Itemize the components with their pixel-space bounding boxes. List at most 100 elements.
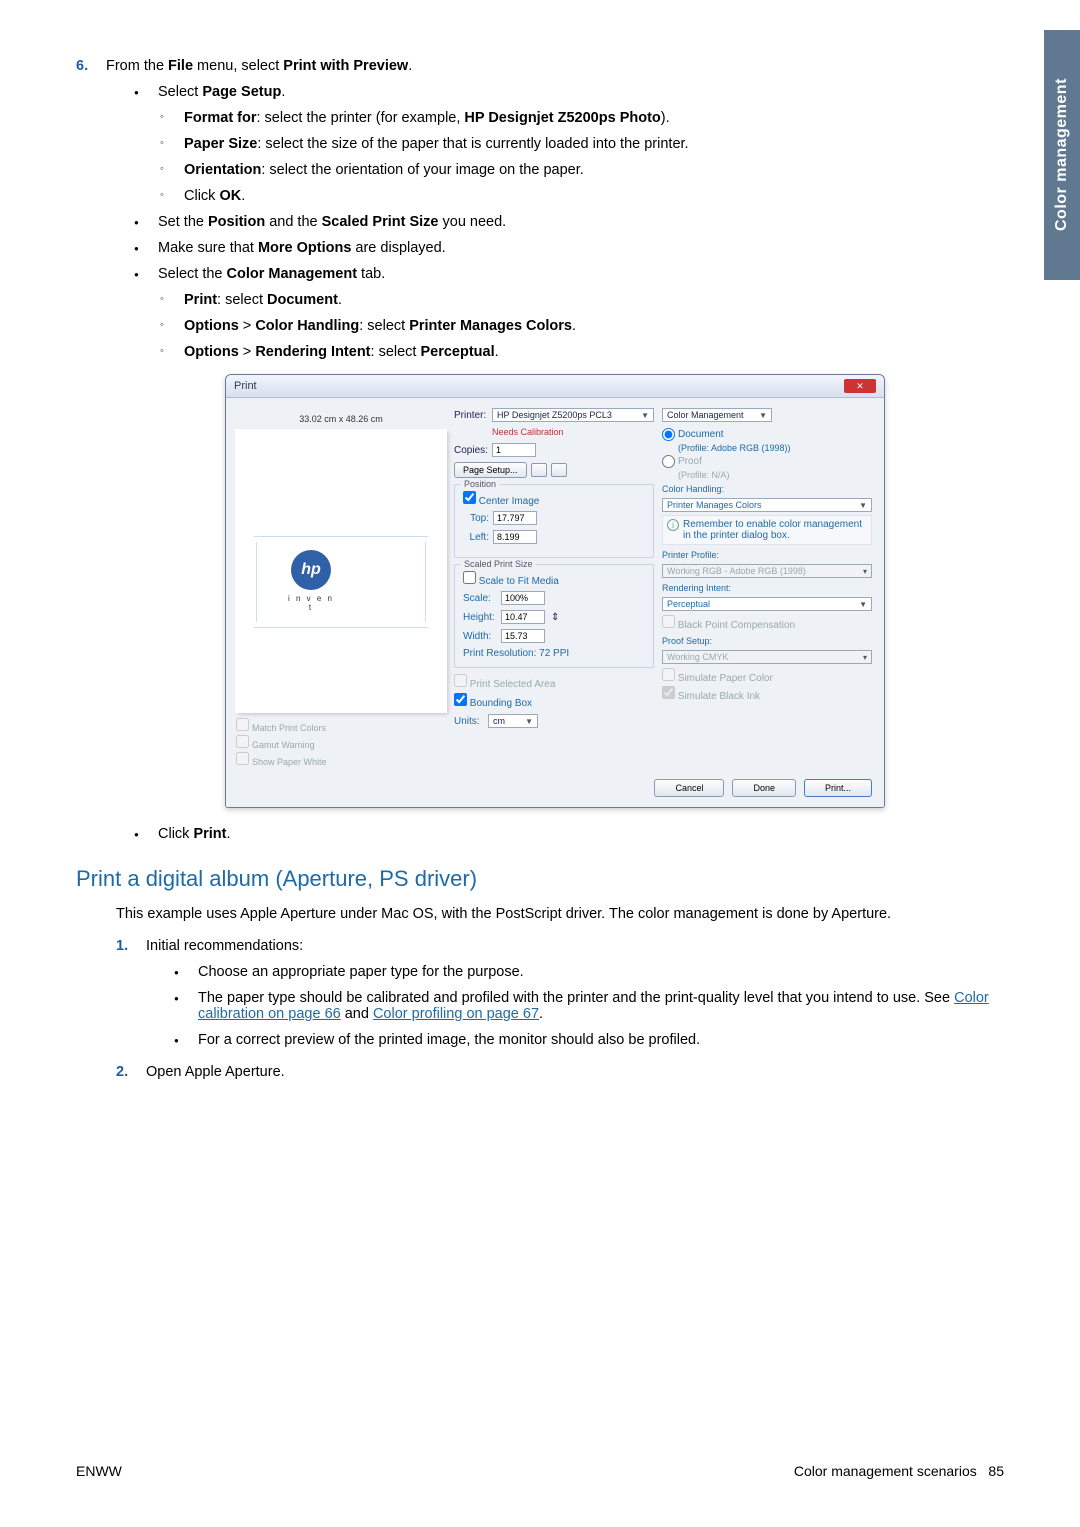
copies-input[interactable] [492, 443, 536, 457]
t: Orientation [184, 162, 261, 178]
left-input[interactable] [493, 530, 537, 544]
print-resolution: Print Resolution: 72 PPI [463, 648, 645, 659]
print-dialog: Print ✕ 33.02 cm x 48.26 cm hp i n v e n [225, 374, 885, 808]
t: Set the [158, 214, 208, 230]
units-label: Units: [454, 716, 484, 727]
t: HP Designjet Z5200ps Photo [464, 110, 660, 126]
t: : select [371, 344, 421, 360]
top-input[interactable] [493, 511, 537, 525]
scale-label: Scale: [463, 593, 497, 604]
bullet: The paper type should be calibrated and … [174, 990, 1004, 1022]
sub-bullet: Options > Color Handling: select Printer… [160, 318, 1004, 334]
link-icon[interactable]: ⇕ [551, 612, 559, 623]
color-handling-label: Color Handling: [662, 484, 872, 494]
t: : select the printer (for example, [257, 110, 465, 126]
sub-bullet: Paper Size: select the size of the paper… [160, 136, 1004, 152]
needs-calibration: Needs Calibration [492, 427, 654, 437]
t: OK [219, 188, 241, 204]
t: Select [158, 84, 202, 100]
t: ). [661, 110, 670, 126]
t: Print [184, 292, 217, 308]
t: : select [217, 292, 267, 308]
t: . [338, 292, 342, 308]
t: > [239, 318, 256, 334]
t: Select the [158, 266, 227, 282]
step-6: 6. From the File menu, select Print with… [76, 58, 1004, 848]
scale-fit-check[interactable]: Scale to Fit Media [463, 576, 559, 587]
color-handling-select[interactable]: Printer Manages Colors▼ [662, 498, 872, 512]
t: . [226, 826, 230, 842]
section-select[interactable]: Color Management▼ [662, 408, 772, 422]
printer-select[interactable]: HP Designjet Z5200ps PCL3▼ [492, 408, 654, 422]
page-setup-button[interactable]: Page Setup... [454, 462, 527, 478]
show-paper-white-check[interactable]: Show Paper White [236, 752, 446, 767]
dialog-title: Print [234, 380, 257, 392]
scale-input[interactable] [501, 591, 545, 605]
t: Click [184, 188, 219, 204]
document-radio[interactable]: Document [662, 428, 872, 441]
step-2: 2. Open Apple Aperture. [116, 1064, 1004, 1080]
proof-setup-select[interactable]: Working CMYK▾ [662, 650, 872, 664]
units-select[interactable]: cm▼ [488, 714, 538, 728]
sub-bullet: Click OK. [160, 188, 1004, 204]
t: menu, select [193, 58, 283, 74]
t: Initial recommendations: [146, 938, 303, 954]
scaled-print-size-group: Scaled Print Size Scale to Fit Media Sca… [454, 564, 654, 668]
height-label: Height: [463, 612, 497, 623]
top-label: Top: [463, 513, 489, 524]
chevron-down-icon: ▾ [863, 567, 867, 576]
t: Options [184, 318, 239, 334]
width-label: Width: [463, 631, 497, 642]
portrait-icon[interactable] [531, 463, 547, 477]
t: and [341, 1006, 373, 1022]
cancel-button[interactable]: Cancel [654, 779, 724, 797]
done-button[interactable]: Done [732, 779, 796, 797]
height-input[interactable] [501, 610, 545, 624]
t: File [168, 58, 193, 74]
chevron-down-icon: ▾ [863, 653, 867, 662]
sub-bullet: Orientation: select the orientation of y… [160, 162, 1004, 178]
t: Color Management [227, 266, 358, 282]
sps-title: Scaled Print Size [461, 559, 536, 569]
bpc-check[interactable]: Black Point Compensation [662, 615, 872, 631]
bullet: Set the Position and the Scaled Print Si… [134, 214, 1004, 230]
proof-profile: (Profile: N/A) [678, 470, 872, 480]
t: Paper Size [184, 136, 257, 152]
gamut-warning-check[interactable]: Gamut Warning [236, 735, 446, 750]
t: Format for [184, 110, 257, 126]
proof-radio[interactable]: Proof [662, 455, 872, 468]
simulate-paper-color-check[interactable]: Simulate Paper Color [662, 668, 872, 684]
document-profile: (Profile: Adobe RGB (1998)) [678, 443, 872, 453]
dialog-titlebar: Print ✕ [226, 375, 884, 398]
color-profiling-link[interactable]: Color profiling on page 67 [373, 1006, 539, 1022]
match-print-colors-check[interactable]: Match Print Colors [236, 718, 446, 733]
print-selected-area-check[interactable]: Print Selected Area [454, 674, 654, 690]
t: . [495, 344, 499, 360]
printer-profile-select[interactable]: Working RGB - Adobe RGB (1998)▾ [662, 564, 872, 578]
sub-bullet: Options > Rendering Intent: select Perce… [160, 344, 1004, 360]
printer-profile-label: Printer Profile: [662, 550, 872, 560]
simulate-black-ink-check[interactable]: Simulate Black Ink [662, 686, 872, 702]
close-icon[interactable]: ✕ [844, 379, 876, 393]
t: Options [184, 344, 239, 360]
section-intro: This example uses Apple Aperture under M… [116, 904, 1004, 924]
bullet: Make sure that More Options are displaye… [134, 240, 1004, 256]
proof-setup-label: Proof Setup: [662, 636, 872, 646]
t: . [572, 318, 576, 334]
chevron-down-icon: ▼ [525, 717, 533, 726]
landscape-icon[interactable] [551, 463, 567, 477]
rendering-intent-select[interactable]: Perceptual▼ [662, 597, 872, 611]
t: : select the orientation of your image o… [261, 162, 583, 178]
sub-bullet: Print: select Document. [160, 292, 1004, 308]
bounding-box-check[interactable]: Bounding Box [454, 693, 654, 709]
footer-left: ENWW [76, 1463, 122, 1479]
center-image-check[interactable]: Center Image [463, 496, 539, 507]
printer-label: Printer: [454, 410, 488, 421]
preview-dimensions: 33.02 cm x 48.26 cm [236, 408, 446, 430]
hp-invent-text: i n v e n t [286, 594, 336, 612]
width-input[interactable] [501, 629, 545, 643]
bullet: Click Print. [134, 826, 1004, 842]
footer-right: Color management scenarios 85 [794, 1463, 1004, 1479]
t: Open Apple Aperture. [146, 1064, 285, 1080]
print-button[interactable]: Print... [804, 779, 872, 797]
